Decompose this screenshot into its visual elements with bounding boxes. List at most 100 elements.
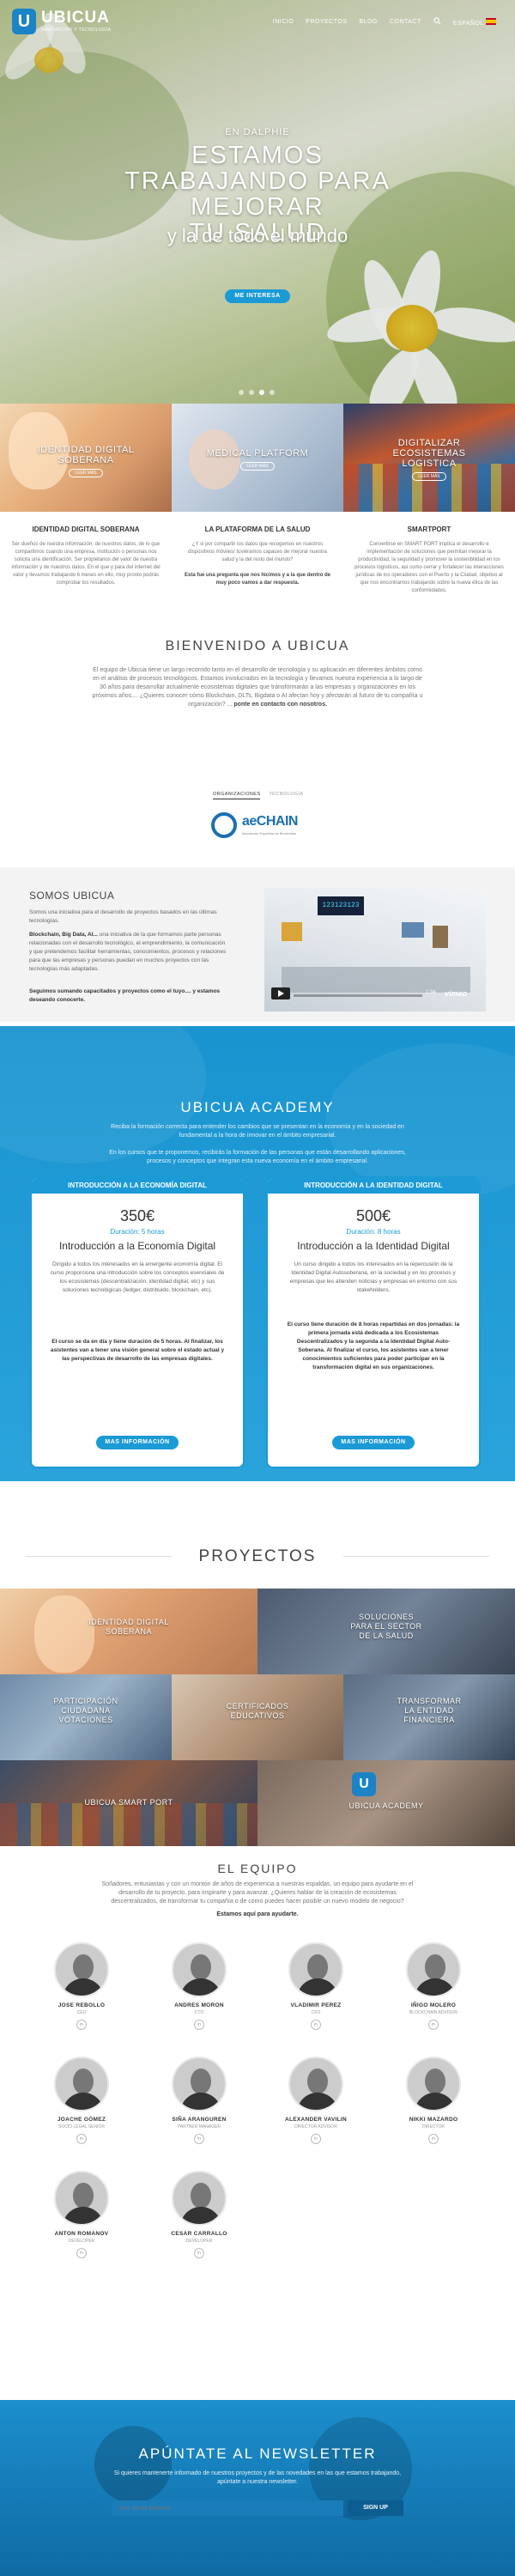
slider-dots — [239, 390, 275, 395]
welcome-contact-link[interactable]: ponte en contacto con nosotros. — [233, 702, 327, 708]
linkedin-icon[interactable]: in — [311, 2020, 321, 2030]
avatar-body — [297, 1978, 338, 1996]
linkedin-icon[interactable]: in — [194, 2134, 204, 2144]
tile-read-more-button[interactable]: LEER MÁS — [69, 469, 103, 477]
newsletter-signup-button[interactable]: SIGN UP — [348, 2500, 403, 2516]
slider-dot[interactable] — [270, 390, 275, 395]
nav-item-inicio[interactable]: INICIO — [273, 19, 294, 25]
video-counter-display: 123123123 — [318, 896, 364, 915]
aechain-logo[interactable]: aeCHAIN Asociación Española de Blockchai… — [211, 809, 304, 843]
linkedin-icon[interactable]: in — [428, 2020, 439, 2030]
avatar — [406, 1942, 461, 1997]
avatar-body — [180, 2093, 221, 2110]
project-sector-salud[interactable]: SOLUCIONES PARA EL SECTOR DE LA SALUD — [258, 1589, 515, 1674]
site-logo[interactable]: U UBICUA INNOVACIÓN Y TECNOLOGÍA — [12, 9, 115, 38]
tile-read-more-button[interactable]: LEER MÁS — [240, 462, 275, 471]
nav-item-contact[interactable]: CONTACT — [390, 19, 421, 25]
tile-read-more-button[interactable]: LEER MÁS — [412, 472, 446, 481]
logo-name: UBICUA — [41, 9, 110, 27]
linkedin-icon[interactable]: in — [311, 2134, 321, 2144]
project-caption: TRANSFORMAR — [397, 1697, 462, 1705]
video-table — [282, 967, 470, 993]
linkedin-icon[interactable]: in — [194, 2020, 204, 2030]
project-caption: PARA EL SECTOR — [350, 1622, 422, 1631]
avatar-body — [63, 2093, 104, 2110]
tab-organizaciones[interactable]: ORGANIZACIONES — [213, 792, 261, 799]
avatar — [54, 2057, 109, 2111]
somos-p1: Somos una iniciativa para el desarrollo … — [29, 909, 217, 924]
project-caption: CERTIFICADOS — [226, 1702, 289, 1710]
feature-tile-medical[interactable]: MEDICAL PLATFORM LEER MÁS — [172, 404, 343, 512]
nav-item-blog[interactable]: BLOG — [359, 19, 377, 25]
project-caption: EDUCATIVOS — [230, 1711, 285, 1720]
tab-tecnologia[interactable]: TECNOLOGÍA — [269, 792, 303, 799]
aechain-name: aeCHAIN — [242, 814, 298, 829]
project-entidad-financiera[interactable]: TRANSFORMAR LA ENTIDAD FINANCIERA — [343, 1674, 515, 1760]
academy-p1: Reciba la formación correcta para entend… — [111, 1124, 404, 1139]
academy-logo-icon: U — [352, 1772, 376, 1796]
course-price: 500€ — [355, 1207, 391, 1224]
course-price: 350€ — [119, 1207, 155, 1224]
search-icon[interactable] — [433, 17, 441, 27]
video-time: 1:34 — [426, 990, 436, 995]
team-member: VLADIMIR PEREZ CFO in — [269, 1942, 363, 2030]
avatar-body — [415, 1978, 456, 1996]
video-wall-frame — [402, 922, 424, 938]
project-caption: VOTACIONES — [58, 1716, 113, 1724]
avatar-body — [180, 2207, 221, 2224]
member-role: CTO — [194, 2010, 204, 2015]
course-more-info-button[interactable]: MAS INFORMACIÓN — [96, 1436, 179, 1449]
academy-bg-shape — [0, 1026, 206, 1163]
project-smart-port[interactable]: UBICUA SMART PORT — [0, 1760, 258, 1846]
team-member: IÑIGO MOLERO BLOCKCHAIN ADVISOR in — [386, 1942, 481, 2030]
newsletter-section — [0, 2400, 515, 2576]
somos-video-player[interactable]: 123123123 1:34 vimeo — [264, 888, 486, 1012]
course-card-identidad: INTRODUCCIÓN A LA IDENTIDAD DIGITAL 500€… — [266, 1176, 481, 1468]
project-identidad-digital[interactable]: IDENTIDAD DIGITAL SOBERANA — [0, 1589, 258, 1674]
avatar-head — [307, 1954, 328, 1980]
newsletter-title: APÚNTATE AL NEWSLETTER — [138, 2445, 377, 2462]
project-participacion[interactable]: PARTICIPACIÓN CIUDADANA VOTACIONES — [0, 1674, 172, 1760]
language-selector[interactable]: ESPAÑOL — [452, 17, 496, 27]
tile-caption: DIGITALIZAR — [397, 438, 461, 448]
slider-dot[interactable] — [239, 390, 244, 395]
project-academy[interactable]: U UBICUA ACADEMY — [258, 1760, 515, 1846]
vimeo-logo[interactable]: vimeo — [445, 989, 467, 998]
linkedin-icon[interactable]: in — [194, 2248, 204, 2258]
team-text-bold: Estamos aquí para ayudarte. — [216, 1911, 299, 1917]
feature-tile-identity[interactable]: IDENTIDAD DIGITAL SOBERANA LEER MÁS — [0, 404, 172, 512]
linkedin-icon[interactable]: in — [428, 2134, 439, 2144]
team-member: SIÑA ARANGUREN PARTNER MANAGER in — [152, 2057, 246, 2144]
avatar — [172, 2057, 227, 2111]
nav-item-proyectos[interactable]: PROYECTOS — [306, 19, 347, 25]
slider-dot[interactable] — [249, 390, 254, 395]
newsletter-email-input[interactable] — [112, 2500, 343, 2516]
somos-p2-text: una iniciativa de la que formamos parte … — [29, 932, 227, 972]
avatar — [288, 1942, 343, 1997]
video-play-button[interactable] — [271, 987, 290, 999]
hero-title-line: MEJORAR — [191, 193, 324, 221]
linkedin-icon[interactable]: in — [76, 2248, 87, 2258]
hero-cta-button[interactable]: ME INTERESA — [225, 289, 290, 303]
feature-tile-logistics[interactable]: DIGITALIZAR ECOSISTEMAS LOGISTICA LEER M… — [343, 404, 515, 512]
language-label: ESPAÑOL — [452, 20, 484, 27]
linkedin-icon[interactable]: in — [76, 2134, 87, 2144]
avatar — [172, 1942, 227, 1997]
video-progress-bar[interactable] — [294, 994, 422, 997]
course-card-economia: INTRODUCCIÓN A LA ECONOMÍA DIGITAL 350€ … — [30, 1176, 245, 1468]
somos-p2: Blockchain, Big Data, AI... una iniciati… — [29, 931, 227, 974]
project-certificados[interactable]: CERTIFICADOS EDUCATIVOS — [172, 1674, 343, 1760]
slider-dot-active[interactable] — [259, 390, 264, 395]
project-image — [0, 1803, 258, 1846]
course-more-info-button[interactable]: MAS INFORMACIÓN — [332, 1436, 415, 1449]
feature-title: IDENTIDAD DIGITAL SOBERANA — [32, 526, 140, 533]
feature-title: SMARTPORT — [407, 526, 451, 533]
avatar-head — [73, 2183, 94, 2208]
project-caption: IDENTIDAD DIGITAL — [88, 1618, 169, 1626]
member-name: JOSE REBOLLO — [58, 2002, 106, 2008]
member-name: ANDRES MORON — [174, 2002, 224, 2008]
logo-badge: U — [12, 9, 36, 34]
video-wall-frame — [433, 926, 448, 948]
linkedin-icon[interactable]: in — [76, 2020, 87, 2030]
team-member: ANTON ROMANOV DEVELOPER in — [34, 2171, 129, 2258]
